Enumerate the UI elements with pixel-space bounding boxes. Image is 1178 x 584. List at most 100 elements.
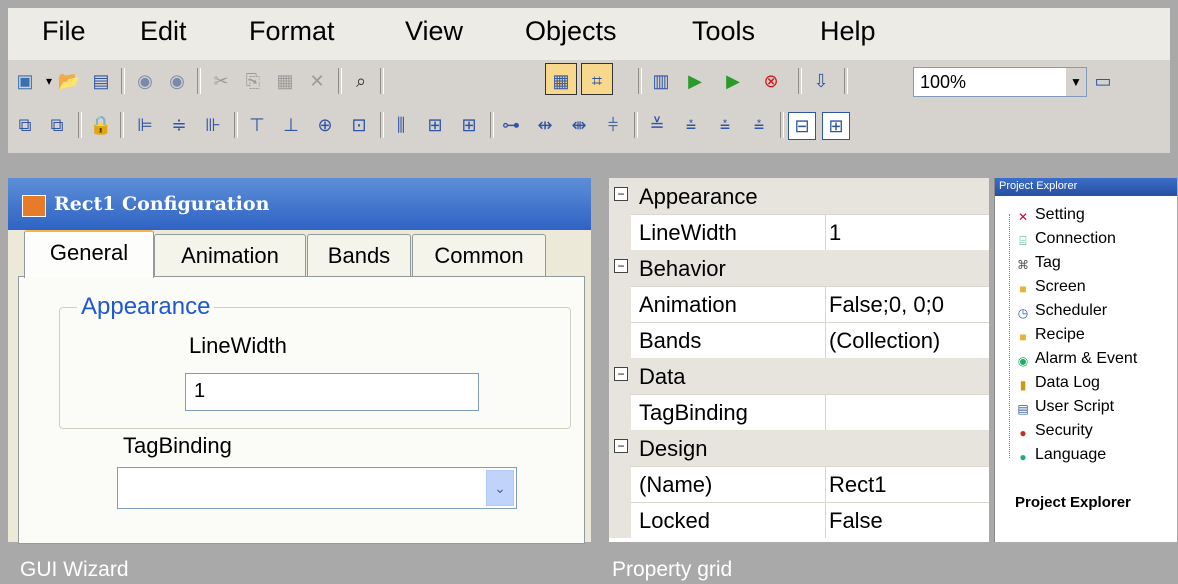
menu-edit[interactable]: Edit bbox=[140, 16, 187, 47]
tab-bands[interactable]: Bands bbox=[307, 234, 411, 277]
property-name: (Name) bbox=[639, 472, 713, 497]
property-row[interactable]: Animation False;0, 0;0 bbox=[609, 286, 989, 323]
property-value[interactable]: False;0, 0;0 bbox=[829, 292, 944, 318]
stop-icon[interactable]: ⊗ bbox=[758, 68, 784, 94]
same-size-icon[interactable]: ⊡ bbox=[346, 112, 372, 138]
vspace-decrease-icon[interactable]: ⩮ bbox=[712, 112, 738, 138]
toolbar-separator bbox=[380, 112, 384, 138]
find-icon[interactable]: ⌕ bbox=[348, 68, 374, 94]
property-row[interactable]: Locked False bbox=[609, 502, 989, 538]
hspace-decrease-icon[interactable]: ⇼ bbox=[566, 112, 592, 138]
menu-file[interactable]: File bbox=[42, 16, 86, 47]
property-value[interactable]: (Collection) bbox=[829, 328, 940, 354]
collapse-icon[interactable]: − bbox=[614, 259, 628, 273]
bring-front-icon[interactable]: ⧉ bbox=[12, 112, 38, 138]
cut-icon[interactable]: ✂ bbox=[208, 68, 234, 94]
category-row[interactable]: − Data bbox=[609, 358, 989, 395]
align-bottom-icon[interactable]: ⊥ bbox=[278, 112, 304, 138]
category-row[interactable]: − Behavior bbox=[609, 250, 989, 287]
vspace-increase-icon[interactable]: ⩮ bbox=[678, 112, 704, 138]
zoom-select[interactable]: 100% ▼ bbox=[913, 67, 1087, 97]
window-icon bbox=[22, 195, 46, 217]
appearance-group-label: Appearance bbox=[77, 293, 215, 321]
align-left-icon[interactable]: ⊫ bbox=[132, 112, 158, 138]
toolbar-separator bbox=[121, 68, 125, 94]
tree-item-label: Security bbox=[1035, 422, 1093, 439]
property-name: Animation bbox=[639, 292, 737, 317]
compile-icon[interactable]: ▥ bbox=[648, 68, 674, 94]
undo-icon[interactable]: ◉ bbox=[132, 68, 158, 94]
category-row[interactable]: − Design bbox=[609, 430, 989, 467]
tree-item-tag[interactable]: ⌘ Tag bbox=[1015, 254, 1061, 272]
menu-objects[interactable]: Objects bbox=[525, 16, 617, 47]
tree-item-connection[interactable]: ⌸ Connection bbox=[1015, 230, 1116, 248]
copy-icon[interactable]: ⎘ bbox=[240, 68, 266, 94]
menu-tools[interactable]: Tools bbox=[692, 16, 755, 47]
property-value[interactable]: 1 bbox=[829, 220, 841, 246]
property-row[interactable]: LineWidth 1 bbox=[609, 214, 989, 251]
tree-item-recipe[interactable]: ■ Recipe bbox=[1015, 326, 1084, 344]
menu-help[interactable]: Help bbox=[820, 16, 876, 47]
tree-item-label: Scheduler bbox=[1035, 302, 1108, 319]
chevron-down-icon[interactable]: ⌄ bbox=[486, 470, 514, 506]
toolbar-separator bbox=[380, 68, 384, 94]
collapse-icon[interactable]: − bbox=[614, 187, 628, 201]
same-width-icon[interactable]: ⊞ bbox=[422, 112, 448, 138]
run-star-icon[interactable]: ▶ bbox=[682, 68, 708, 94]
hspace-increase-icon[interactable]: ⇹ bbox=[532, 112, 558, 138]
menu-view[interactable]: View bbox=[405, 16, 463, 47]
align-right-icon[interactable]: ⊪ bbox=[200, 112, 226, 138]
same-both-icon[interactable]: ⊞ bbox=[456, 112, 482, 138]
tree-item-screen[interactable]: ■ Screen bbox=[1015, 278, 1085, 296]
property-row[interactable]: Bands (Collection) bbox=[609, 322, 989, 359]
tab-general[interactable]: General bbox=[24, 230, 154, 278]
chevron-down-icon[interactable]: ▼ bbox=[1066, 68, 1086, 96]
toolbar-separator bbox=[638, 68, 642, 94]
center-vertical-icon[interactable]: ⊞ bbox=[822, 112, 850, 140]
paste-icon[interactable]: ▦ bbox=[272, 68, 298, 94]
script-icon: ▤ bbox=[1017, 402, 1029, 416]
lock-icon[interactable]: 🔒 bbox=[88, 112, 114, 138]
column-divider bbox=[825, 322, 826, 358]
tab-animation[interactable]: Animation bbox=[154, 234, 306, 277]
tree-item-datalog[interactable]: ▮ Data Log bbox=[1015, 374, 1100, 392]
same-height-icon[interactable]: ⫼ bbox=[388, 112, 414, 138]
property-value[interactable]: False bbox=[829, 508, 883, 534]
download-icon[interactable]: ⇩ bbox=[808, 68, 834, 94]
property-row[interactable]: (Name) Rect1 bbox=[609, 466, 989, 503]
vspace-equal-icon[interactable]: ≚ bbox=[644, 112, 670, 138]
property-value[interactable]: Rect1 bbox=[829, 472, 886, 498]
property-row[interactable]: TagBinding bbox=[609, 394, 989, 431]
hspace-equal-icon[interactable]: ⊶ bbox=[498, 112, 524, 138]
tree-connector bbox=[1009, 214, 1011, 458]
category-row[interactable]: − Appearance bbox=[609, 178, 989, 215]
center-horizontal-icon[interactable]: ⊟ bbox=[788, 112, 816, 140]
linewidth-input[interactable]: 1 bbox=[185, 373, 479, 411]
send-back-icon[interactable]: ⧉ bbox=[44, 112, 70, 138]
collapse-icon[interactable]: − bbox=[614, 367, 628, 381]
tree-item-alarm[interactable]: ◉ Alarm & Event bbox=[1015, 350, 1138, 368]
collapse-icon[interactable]: − bbox=[614, 439, 628, 453]
tree-item-language[interactable]: ● Language bbox=[1015, 446, 1106, 464]
save-icon[interactable]: ▤ bbox=[88, 68, 114, 94]
tab-common[interactable]: Common bbox=[412, 234, 546, 277]
menu-format[interactable]: Format bbox=[249, 16, 335, 47]
hspace-remove-icon[interactable]: ⫩ bbox=[600, 112, 626, 138]
tree-item-scheduler[interactable]: ◷ Scheduler bbox=[1015, 302, 1107, 320]
fullscreen-icon[interactable]: ▭ bbox=[1090, 68, 1116, 94]
redo-icon[interactable]: ◉ bbox=[164, 68, 190, 94]
align-middle-icon[interactable]: ⊕ bbox=[312, 112, 338, 138]
tree-item-userscript[interactable]: ▤ User Script bbox=[1015, 398, 1114, 416]
project-explorer-titlebar: Project Explorer bbox=[995, 178, 1177, 196]
open-icon[interactable]: 📂 bbox=[56, 68, 82, 94]
property-name: Bands bbox=[639, 328, 702, 353]
align-center-icon[interactable]: ≑ bbox=[166, 112, 192, 138]
run-icon[interactable]: ▶ bbox=[720, 68, 746, 94]
tagbinding-combobox[interactable]: ⌄ bbox=[117, 467, 517, 509]
align-top-icon[interactable]: ⊤ bbox=[244, 112, 270, 138]
tree-item-security[interactable]: ● Security bbox=[1015, 422, 1093, 440]
delete-icon[interactable]: ✕ bbox=[304, 68, 330, 94]
vspace-remove-icon[interactable]: ⩮ bbox=[746, 112, 772, 138]
tree-item-setting[interactable]: ✕ Setting bbox=[1015, 206, 1085, 224]
new-icon[interactable]: ▣ bbox=[12, 68, 38, 94]
